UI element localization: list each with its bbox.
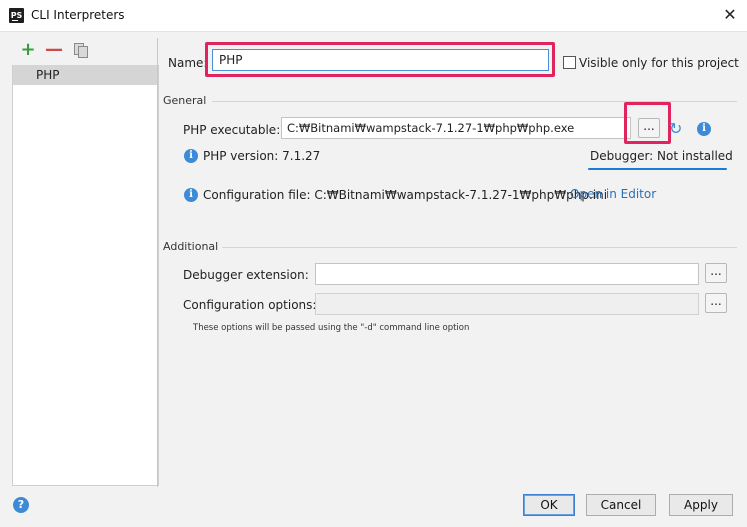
general-section-title: General <box>163 94 207 107</box>
debugger-extension-browse-button[interactable]: ... <box>705 263 727 283</box>
info-icon[interactable]: i <box>697 122 711 136</box>
debugger-extension-label: Debugger extension: <box>183 268 309 282</box>
open-in-editor-link[interactable]: Open in Editor <box>570 187 656 201</box>
ok-button[interactable]: OK <box>523 494 575 516</box>
remove-icon[interactable]: — <box>45 41 63 59</box>
browse-button-highlight-box <box>624 102 671 144</box>
php-executable-label: PHP executable: <box>183 123 281 137</box>
copy-icon[interactable] <box>73 42 89 58</box>
window-title: CLI Interpreters <box>31 8 125 22</box>
interpreter-sidebar: + — PHP <box>12 38 159 487</box>
cancel-button[interactable]: Cancel <box>586 494 656 516</box>
visible-only-label[interactable]: Visible only for this project <box>579 56 739 70</box>
panel-splitter[interactable] <box>157 38 158 487</box>
configuration-options-label: Configuration options: <box>183 298 317 312</box>
close-button[interactable]: ✕ <box>720 5 740 25</box>
additional-section-title: Additional <box>163 240 219 253</box>
php-executable-input[interactable]: C:₩Bitnami₩wampstack-7.1.27-1₩php₩php.ex… <box>281 117 631 139</box>
configuration-options-input[interactable] <box>315 293 699 315</box>
visible-only-checkbox[interactable] <box>563 56 576 69</box>
info-icon: i <box>184 149 198 163</box>
debugger-status-underline <box>588 168 727 170</box>
interpreter-list-item[interactable]: PHP <box>13 65 158 85</box>
debugger-extension-input[interactable] <box>315 263 699 285</box>
additional-section-divider <box>222 247 737 248</box>
php-version-text: PHP version: 7.1.27 <box>203 149 321 163</box>
reload-icon[interactable]: ↻ <box>669 119 682 138</box>
interpreter-list: PHP <box>12 65 159 486</box>
configuration-file-text: Configuration file: C:₩Bitnami₩wampstack… <box>203 188 608 202</box>
name-label: Name: <box>168 56 208 70</box>
interpreter-list-item-label: PHP <box>36 68 60 82</box>
debugger-status-text: Debugger: Not installed <box>590 149 733 163</box>
info-icon: i <box>184 188 198 202</box>
configuration-options-hint: These options will be passed using the "… <box>193 323 470 333</box>
apply-button[interactable]: Apply <box>669 494 733 516</box>
phpstorm-app-icon: PS <box>9 8 24 23</box>
title-bar: PS CLI Interpreters ✕ <box>0 0 747 32</box>
help-icon[interactable]: ? <box>13 497 29 513</box>
help-icon-circle: ? <box>13 497 29 513</box>
add-icon[interactable]: + <box>20 41 36 59</box>
name-field-highlight-box <box>205 42 555 77</box>
configuration-options-browse-button[interactable]: ... <box>705 293 727 313</box>
